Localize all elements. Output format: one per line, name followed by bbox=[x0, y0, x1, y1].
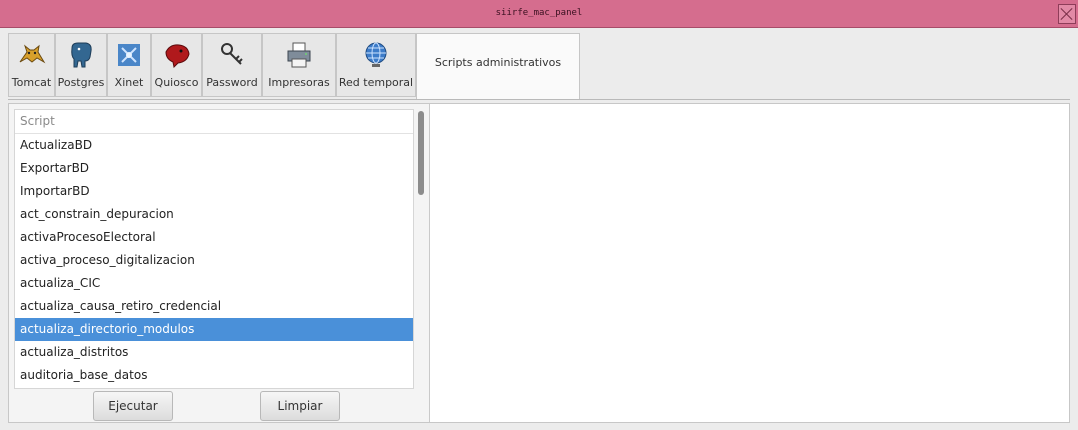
list-item[interactable]: actualiza_CIC bbox=[15, 272, 413, 295]
tab-label: Red temporal bbox=[338, 76, 414, 89]
list-item-selected[interactable]: actualiza_directorio_modulos bbox=[15, 318, 413, 341]
xinet-icon bbox=[118, 44, 140, 66]
list-item[interactable]: activa_proceso_digitalizacion bbox=[15, 249, 413, 272]
list-item[interactable]: ImportarBD bbox=[15, 180, 413, 203]
tab-label: Impresoras bbox=[268, 76, 330, 89]
column-header-script[interactable]: Script bbox=[15, 110, 413, 134]
tab-password[interactable]: Password bbox=[202, 33, 262, 97]
quiosco-icon bbox=[164, 44, 190, 69]
tab-red-temporal[interactable]: Red temporal bbox=[336, 33, 416, 97]
list-item[interactable]: auditoria_base_datos bbox=[15, 364, 413, 387]
scrollbar-thumb[interactable] bbox=[418, 111, 424, 195]
list-item[interactable]: act_constrain_depuracion bbox=[15, 203, 413, 226]
clear-button[interactable]: Limpiar bbox=[260, 391, 340, 421]
tab-bar: Tomcat Postgres Xinet Quiosco Password I… bbox=[8, 33, 1070, 131]
list-item[interactable]: ExportarBD bbox=[15, 157, 413, 180]
script-list[interactable]: Script ActualizaBD ExportarBD ImportarBD… bbox=[14, 109, 414, 389]
postgres-elephant-icon bbox=[71, 42, 92, 68]
list-item[interactable]: actualiza_distritos bbox=[15, 341, 413, 364]
tab-tomcat[interactable]: Tomcat bbox=[8, 33, 55, 97]
tab-scripts-administrativos[interactable]: Scripts administrativos bbox=[416, 33, 580, 99]
tab-label: Xinet bbox=[114, 76, 144, 89]
tab-label: Password bbox=[206, 76, 258, 89]
title-bar: siirfe_mac_panel bbox=[0, 0, 1078, 28]
tab-label: Quiosco bbox=[154, 76, 199, 89]
tab-label: Scripts administrativos bbox=[434, 56, 562, 69]
key-icon bbox=[221, 43, 243, 65]
scripts-panel: Script ActualizaBD ExportarBD ImportarBD… bbox=[8, 103, 1070, 423]
tab-impresoras[interactable]: Impresoras bbox=[262, 33, 336, 97]
tab-label: Postgres bbox=[57, 76, 105, 89]
tab-postgres[interactable]: Postgres bbox=[55, 33, 107, 97]
list-item[interactable]: actualiza_causa_retiro_credencial bbox=[15, 295, 413, 318]
network-globe-icon bbox=[365, 42, 387, 67]
list-item[interactable]: activaProcesoElectoral bbox=[15, 226, 413, 249]
list-item[interactable]: ActualizaBD bbox=[15, 134, 413, 157]
printer-icon bbox=[287, 42, 311, 68]
window-title: siirfe_mac_panel bbox=[495, 8, 583, 18]
tab-quiosco[interactable]: Quiosco bbox=[151, 33, 202, 97]
run-button[interactable]: Ejecutar bbox=[93, 391, 173, 421]
tab-label: Tomcat bbox=[11, 76, 52, 89]
scrollbar[interactable] bbox=[416, 109, 428, 389]
close-icon[interactable] bbox=[1058, 4, 1076, 24]
tomcat-icon bbox=[19, 44, 45, 64]
output-area[interactable] bbox=[430, 104, 1069, 422]
tab-xinet[interactable]: Xinet bbox=[107, 33, 151, 97]
